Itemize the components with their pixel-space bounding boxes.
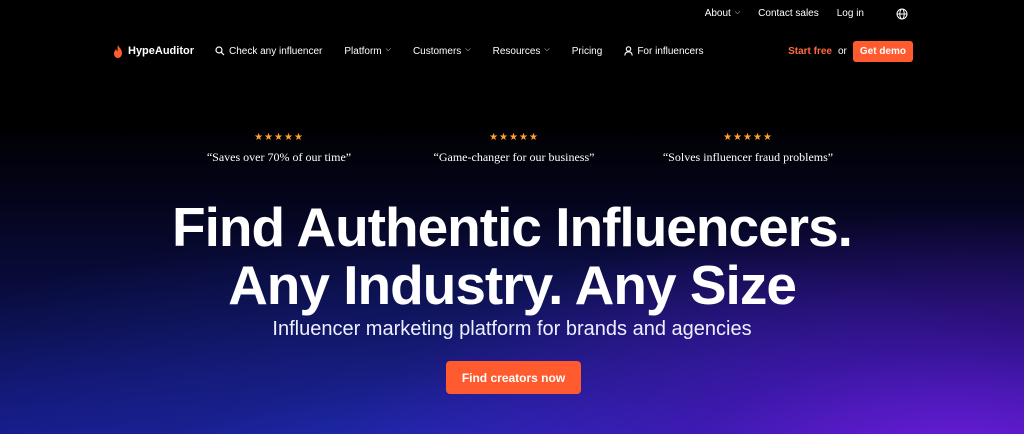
logo[interactable]: HypeAuditor xyxy=(113,44,194,58)
find-creators-button[interactable]: Find creators now xyxy=(446,361,581,394)
five-star-rating: ★★★★★ xyxy=(254,132,304,143)
logo-text: HypeAuditor xyxy=(128,45,194,57)
get-demo-button[interactable]: Get demo xyxy=(852,40,913,62)
chevron-down-icon: ⌵ xyxy=(385,46,391,53)
nav-actions: Start free or Get demo xyxy=(788,40,913,62)
testimonial-item: ★★★★★ “Game-changer for our business” xyxy=(384,132,644,165)
check-influencer-label: Check any influencer xyxy=(229,45,323,57)
customers-label: Customers xyxy=(412,45,462,57)
headline-line-2: Any Industry. Any Size xyxy=(228,254,797,316)
check-influencer-link[interactable]: Check any influencer xyxy=(215,46,322,57)
user-icon xyxy=(624,46,634,56)
testimonial-quote: “Solves influencer fraud problems” xyxy=(662,150,834,164)
hero-subheadline: Influencer marketing platform for brands… xyxy=(272,318,752,340)
customers-menu[interactable]: Customers ⌵ xyxy=(413,46,471,57)
five-star-rating: ★★★★★ xyxy=(489,132,539,143)
platform-label: Platform xyxy=(344,45,382,57)
chevron-down-icon: ⌵ xyxy=(465,46,471,53)
about-menu[interactable]: About ⌵ xyxy=(705,8,740,19)
start-free-link[interactable]: Start free xyxy=(788,46,832,57)
globe-icon[interactable] xyxy=(896,8,908,20)
or-text: or xyxy=(837,45,847,57)
pricing-link[interactable]: Pricing xyxy=(572,46,603,57)
testimonial-quote: “Game-changer for our business” xyxy=(433,150,595,164)
log-in-label: Log in xyxy=(836,8,864,19)
chevron-down-icon: ⌵ xyxy=(544,46,550,53)
platform-menu[interactable]: Platform ⌵ xyxy=(344,46,391,57)
testimonial-item: ★★★★★ “Solves influencer fraud problems” xyxy=(618,132,878,165)
for-influencers-label: For influencers xyxy=(637,45,704,57)
hero-headline: Find Authentic Influencers. Any Industry… xyxy=(0,198,1024,314)
resources-label: Resources xyxy=(492,45,541,57)
contact-sales-link[interactable]: Contact sales xyxy=(758,8,819,19)
top-utility-bar: About ⌵ Contact sales Log in xyxy=(0,8,912,19)
contact-sales-label: Contact sales xyxy=(758,8,819,19)
five-star-rating: ★★★★★ xyxy=(723,132,773,143)
main-navigation: HypeAuditor Check any influencer Platfor… xyxy=(113,40,913,62)
headline-line-1: Find Authentic Influencers. xyxy=(172,196,853,258)
for-influencers-link[interactable]: For influencers xyxy=(624,46,703,57)
search-icon xyxy=(215,46,225,56)
pricing-label: Pricing xyxy=(571,45,603,57)
testimonial-quote: “Saves over 70% of our time” xyxy=(206,150,352,164)
log-in-link[interactable]: Log in xyxy=(837,8,864,19)
resources-menu[interactable]: Resources ⌵ xyxy=(493,46,550,57)
chevron-down-icon: ⌵ xyxy=(734,8,741,16)
about-label: About xyxy=(704,8,731,19)
flame-icon xyxy=(114,44,122,58)
testimonial-item: ★★★★★ “Saves over 70% of our time” xyxy=(149,132,409,165)
